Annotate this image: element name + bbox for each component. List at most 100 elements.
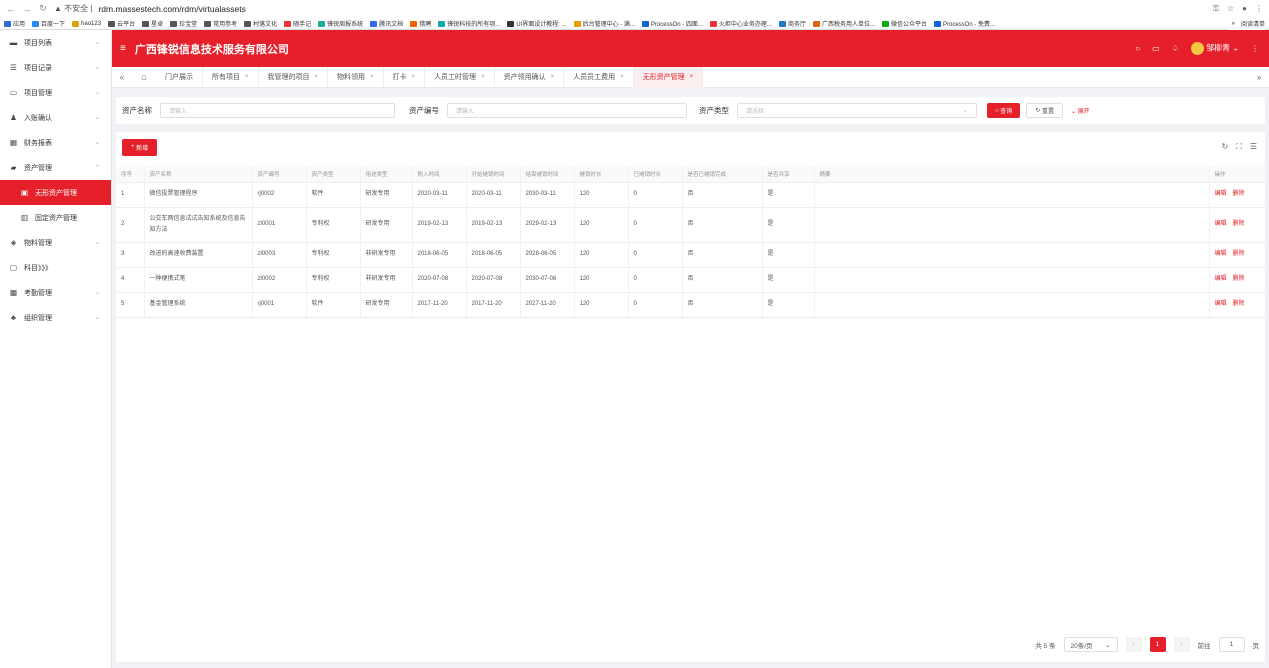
asset-type-select[interactable]: 请选择 ⌄	[737, 103, 977, 118]
reload-icon[interactable]: ↻	[38, 3, 48, 14]
tab-item[interactable]: 无形资产管理 ×	[633, 66, 704, 88]
message-icon[interactable]: ▭	[1152, 44, 1160, 53]
close-icon[interactable]: ×	[245, 74, 249, 80]
sidebar-item[interactable]: ▰ 资产管理 ⌃	[0, 155, 111, 180]
bookmark-item[interactable]: hao123	[72, 20, 101, 27]
reading-list[interactable]: » 阅读清单	[1227, 17, 1265, 30]
goto-page-input[interactable]: 1	[1218, 637, 1245, 652]
sidebar-item[interactable]: ▢ 科目》》》	[0, 255, 111, 280]
bookmark-item[interactable]: 常用参考	[204, 19, 237, 28]
close-icon[interactable]: ×	[620, 74, 624, 80]
search-button[interactable]: ○ 查询	[987, 103, 1021, 118]
url-text[interactable]: rdm.massestech.com/rdm/virtualassets	[98, 4, 245, 14]
next-page-button[interactable]: ›	[1173, 637, 1190, 652]
edit-link[interactable]: 编辑	[1215, 191, 1227, 197]
bookmark-item[interactable]: 锋锐科技的所有项...	[438, 19, 500, 28]
column-settings-icon[interactable]: ☰	[1250, 142, 1257, 152]
asset-name-input[interactable]: 请输入	[160, 103, 395, 118]
profile-icon[interactable]: ●	[1242, 4, 1247, 14]
close-icon[interactable]: ×	[551, 74, 555, 80]
sidebar-item[interactable]: ▣ 无形资产管理	[0, 180, 111, 205]
prev-page-button[interactable]: ‹	[1125, 637, 1142, 652]
page-number-current[interactable]: 1	[1149, 637, 1166, 652]
search-icon[interactable]: ○	[1135, 44, 1140, 53]
column-header: 摘要	[814, 167, 1210, 183]
home-icon[interactable]: ⌂	[132, 72, 156, 82]
bookmark-item[interactable]: 微信公众平台	[881, 19, 927, 28]
bookmark-item[interactable]: 腾讯文档	[370, 19, 403, 28]
close-icon[interactable]: ×	[370, 74, 374, 80]
sidebar-item[interactable]: ☰ 项目记录 ⌄	[0, 55, 111, 80]
bookmark-item[interactable]: 村落文化	[244, 19, 277, 28]
more-bookmarks-icon[interactable]: »	[1232, 21, 1235, 27]
tab-item[interactable]: 门户展示	[156, 66, 203, 88]
sidebar-item[interactable]: ▦ 财务报表 ⌄	[0, 130, 111, 155]
page-size-select[interactable]: 20条/页 ⌄	[1063, 637, 1118, 652]
sidebar-item[interactable]: ◈ 物料管理 ⌄	[0, 230, 111, 255]
back-icon[interactable]: ←	[6, 4, 16, 14]
security-warning[interactable]: ▲ 不安全 |	[54, 3, 92, 14]
more-icon[interactable]: ⋮	[1255, 4, 1263, 14]
bookmark-icon	[641, 20, 649, 27]
sidebar-item[interactable]: ▬ 项目列表 ⌄	[0, 30, 111, 55]
expand-toggle[interactable]: ⌄ 展开	[1071, 106, 1090, 115]
tabs-right-arrow-icon[interactable]: »	[1249, 73, 1269, 82]
bookmark-item[interactable]: UI界面设计教程: ...	[507, 19, 567, 28]
menu-icon[interactable]: ≡	[120, 43, 126, 54]
tab-item[interactable]: 物料领用 ×	[328, 66, 384, 88]
tab-item[interactable]: 人员工时管理 ×	[425, 66, 495, 88]
bookmark-item[interactable]: ProcessOn - 免费...	[933, 19, 995, 28]
bookmark-item[interactable]: 星卓	[142, 19, 163, 28]
delete-link[interactable]: 删除	[1233, 301, 1245, 307]
bookmark-label: 锋锐周报系统	[327, 22, 364, 28]
user-menu[interactable]: 邹柳青 ⌄	[1190, 42, 1239, 55]
table-row: 3 改进的高速收费装置 zl0003 专利权 非研发专用 2018-06-05 2018-0…	[116, 242, 1266, 268]
sidebar-item[interactable]: ▩ 考勤管理 ⌄	[0, 280, 111, 305]
tab-item[interactable]: 打卡 ×	[384, 66, 426, 88]
key-icon[interactable]: ⚿	[1213, 4, 1219, 14]
sidebar-item[interactable]: ♣ 组织管理 ⌄	[0, 305, 111, 330]
bookmark-item[interactable]: 珍宝堂	[170, 19, 197, 28]
tab-item[interactable]: 资产领用确认 ×	[495, 66, 565, 88]
edit-link[interactable]: 编辑	[1215, 251, 1227, 257]
bookmark-item[interactable]: 应用	[4, 19, 25, 28]
bookmark-item[interactable]: 广西税务用人单位...	[812, 19, 875, 28]
tab-item[interactable]: 我管理的项目 ×	[259, 66, 329, 88]
bell-icon[interactable]: ♤	[1172, 44, 1179, 53]
delete-link[interactable]: 删除	[1233, 276, 1245, 282]
close-icon[interactable]: ×	[412, 74, 416, 80]
delete-link[interactable]: 删除	[1233, 221, 1245, 227]
bookmark-item[interactable]: 云平台	[108, 19, 135, 28]
sidebar-item[interactable]: ▥ 固定资产管理	[0, 205, 111, 230]
close-icon[interactable]: ×	[690, 74, 694, 80]
bookmark-item[interactable]: 商务厅	[778, 19, 806, 28]
sidebar-item[interactable]: ▭ 项目管理 ⌄	[0, 80, 111, 105]
asset-code-input[interactable]: 请输入	[447, 103, 687, 118]
forward-icon[interactable]: →	[22, 4, 32, 14]
edit-link[interactable]: 编辑	[1215, 276, 1227, 282]
more-vertical-icon[interactable]: ⋮	[1251, 44, 1259, 53]
bookmark-item[interactable]: 随手记	[284, 19, 311, 28]
close-icon[interactable]: ×	[315, 74, 319, 80]
star-icon[interactable]: ☆	[1227, 4, 1234, 14]
edit-link[interactable]: 编辑	[1215, 221, 1227, 227]
delete-link[interactable]: 删除	[1233, 251, 1245, 257]
chevron-icon: ⌃	[94, 165, 100, 171]
fullscreen-icon[interactable]: ⛶	[1236, 142, 1242, 152]
tab-item[interactable]: 人员员工费用 ×	[564, 66, 634, 88]
bookmark-item[interactable]: 猎聘	[410, 19, 431, 28]
tab-item[interactable]: 所有项目 ×	[203, 66, 259, 88]
delete-link[interactable]: 删除	[1233, 191, 1245, 197]
bookmark-item[interactable]: 锋锐周报系统	[318, 19, 363, 28]
bookmark-item[interactable]: 百度一下	[32, 19, 65, 28]
add-button[interactable]: + 新增	[122, 138, 158, 156]
refresh-icon[interactable]: ↻	[1222, 142, 1229, 152]
tabs-left-arrow-icon[interactable]: «	[112, 73, 132, 82]
bookmark-item[interactable]: 火炬中心业务办理...	[709, 19, 772, 28]
edit-link[interactable]: 编辑	[1215, 301, 1227, 307]
bookmark-item[interactable]: ProcessOn - 四面...	[641, 19, 703, 28]
bookmark-item[interactable]: 后台管理中心 - 满...	[573, 19, 635, 28]
close-icon[interactable]: ×	[481, 74, 485, 80]
reset-button[interactable]: ↻ 重置	[1026, 103, 1064, 118]
sidebar-item[interactable]: ♟ 入账确认 ⌄	[0, 105, 111, 130]
